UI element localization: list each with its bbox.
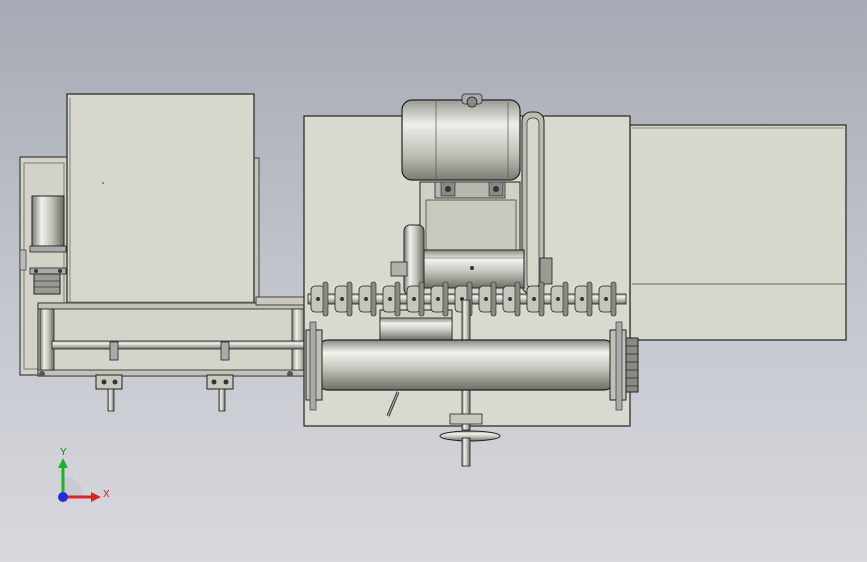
star-wheel (310, 281, 329, 317)
sprocket-icon (625, 337, 639, 393)
motor-mount (419, 181, 521, 251)
right-output-plate (629, 124, 847, 341)
coordinate-triad-icon: Y X (58, 447, 110, 502)
star-wheel (430, 281, 449, 317)
star-wheel (550, 281, 569, 317)
y-axis-label: Y (60, 447, 67, 458)
star-wheel (358, 281, 377, 317)
star-wheel (382, 281, 401, 317)
hopper-box (66, 93, 260, 306)
star-wheel (574, 281, 593, 317)
star-wheel (502, 281, 521, 317)
star-wheel (526, 281, 545, 317)
coupling (33, 273, 61, 295)
cad-viewport[interactable]: Y X (0, 0, 867, 562)
star-wheel (478, 281, 497, 317)
x-axis-label: X (103, 489, 110, 500)
star-wheel (406, 281, 425, 317)
cutter-block (379, 309, 453, 345)
left-conveyor (37, 296, 315, 412)
motor-icon (401, 93, 521, 181)
z-axis-dot (58, 492, 68, 502)
star-wheel (334, 281, 353, 317)
star-wheel (598, 281, 617, 317)
